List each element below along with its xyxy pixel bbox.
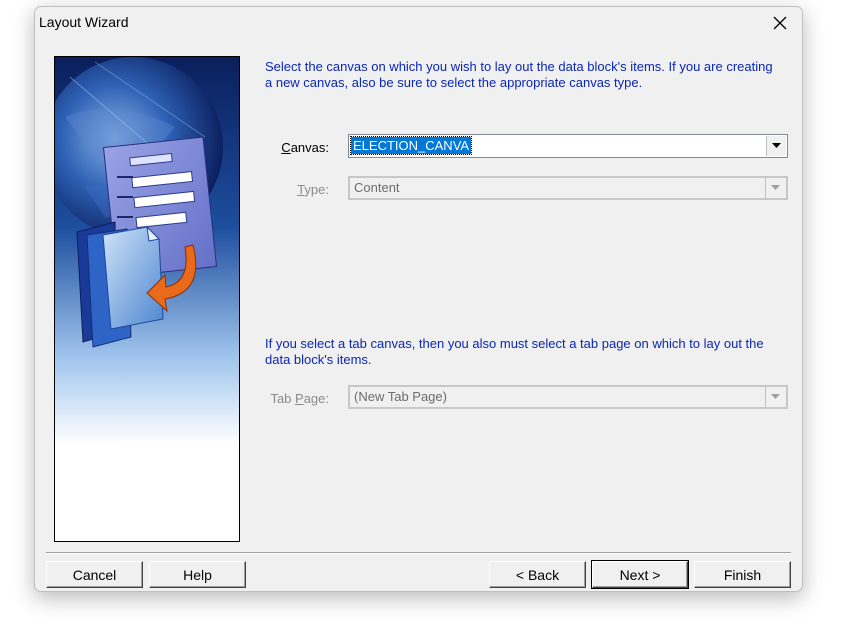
next-button[interactable]: Next > — [591, 560, 689, 589]
canvas-label: Canvas: — [281, 140, 329, 155]
type-value: Content — [354, 180, 400, 195]
layout-wizard-dialog: Layout Wizard Select the canvas on which… — [34, 6, 803, 592]
finish-button[interactable]: Finish — [694, 561, 791, 588]
help-button[interactable]: Help — [149, 561, 246, 588]
close-button[interactable] — [758, 7, 802, 38]
layout-wizard-illustration — [55, 57, 239, 541]
canvas-instruction-line-2: a new canvas, also be sure to select the… — [265, 75, 643, 90]
type-combobox: Content — [348, 176, 788, 200]
title-bar[interactable]: Layout Wizard — [35, 7, 802, 38]
canvas-instruction-line-1: Select the canvas on which you wish to l… — [265, 59, 773, 74]
canvas-value: ELECTION_CANVA — [349, 136, 473, 155]
window-title: Layout Wizard — [39, 14, 129, 30]
chevron-down-icon — [772, 143, 781, 148]
tab-page-label: Tab Page: — [270, 391, 329, 406]
tab-page-dropdown-button — [765, 387, 785, 407]
button-separator — [46, 552, 791, 554]
tab-page-value: (New Tab Page) — [354, 389, 447, 404]
back-button[interactable]: < Back — [489, 561, 586, 588]
close-icon — [773, 16, 787, 29]
chevron-down-icon — [771, 185, 780, 190]
cancel-button[interactable]: Cancel — [46, 561, 143, 588]
canvas-dropdown-button[interactable] — [766, 136, 786, 156]
type-label: Type: — [297, 182, 329, 197]
type-dropdown-button — [765, 178, 785, 198]
tab-page-combobox: (New Tab Page) — [348, 385, 788, 409]
chevron-down-icon — [771, 394, 780, 399]
tab-instruction-line-1: If you select a tab canvas, then you als… — [265, 336, 764, 351]
canvas-combobox[interactable]: ELECTION_CANVA — [348, 134, 788, 158]
tab-instruction-line-2: data block's items. — [265, 352, 372, 367]
wizard-illustration-panel — [54, 56, 240, 542]
